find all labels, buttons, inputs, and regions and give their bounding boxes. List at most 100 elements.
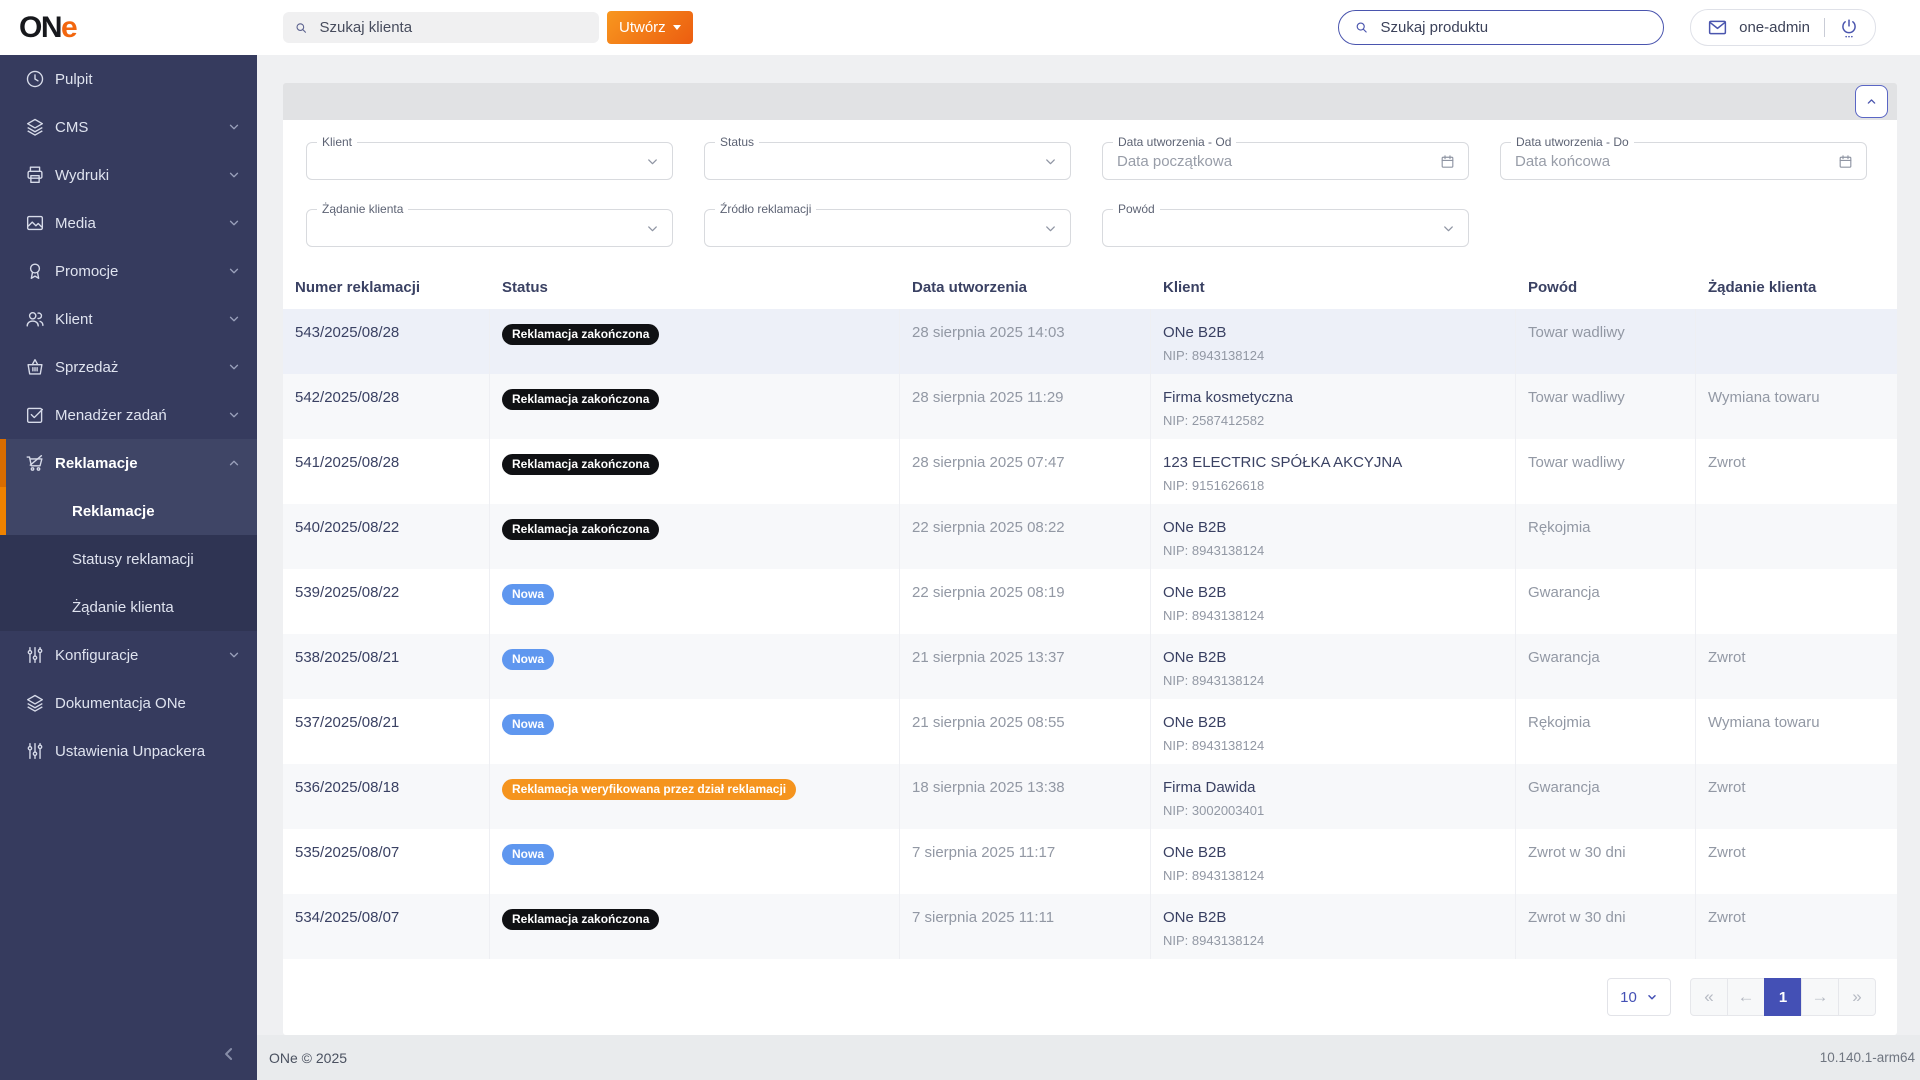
sidebar-item-label: Dokumentacja ONe: [55, 694, 186, 712]
sidebar-item-reklamacje[interactable]: Reklamacje: [0, 439, 257, 487]
client-cell: Firma Dawida NIP: 3002003401: [1151, 764, 1516, 829]
product-search-input[interactable]: [1378, 18, 1649, 37]
table-row[interactable]: 538/2025/08/21 Nowa 21 sierpnia 2025 13:…: [283, 634, 1897, 699]
sidebar-item-label: Pulpit: [55, 70, 93, 88]
pagination-buttons: « ← 1 → »: [1690, 978, 1876, 1016]
client-search[interactable]: [283, 12, 599, 43]
sidebar-item-promocje[interactable]: Promocje: [0, 247, 257, 295]
filter-date-to[interactable]: Data utworzenia - Do: [1500, 135, 1867, 180]
sidebar-collapse-button[interactable]: [211, 1036, 247, 1072]
status-badge: Nowa: [502, 714, 555, 735]
sidebar-item-klient[interactable]: Klient: [0, 295, 257, 343]
table-row[interactable]: 534/2025/08/07 Reklamacja zakończona 7 s…: [283, 894, 1897, 959]
envelope-icon: [1708, 20, 1727, 35]
chevron-down-icon: [229, 364, 239, 370]
column-header-powod: Powód: [1528, 278, 1578, 296]
footer: ONe © 2025 10.140.1-arm64: [257, 1035, 1920, 1080]
chevron-down-icon: [1046, 225, 1055, 231]
chevron-down-icon: [229, 268, 239, 274]
create-button-label: Utwórz: [619, 19, 666, 36]
chevron-down-icon: [229, 124, 239, 130]
status-badge: Reklamacja zakończona: [502, 454, 660, 475]
chevron-down-icon: [1444, 225, 1453, 231]
client-cell: 123 ELECTRIC SPÓŁKA AKCYJNA NIP: 9151626…: [1151, 439, 1516, 504]
table-row[interactable]: 537/2025/08/21 Nowa 21 sierpnia 2025 08:…: [283, 699, 1897, 764]
sidebar-item-pulpit[interactable]: Pulpit: [0, 55, 257, 103]
main-content: Klient Status Data utworzenia - Od Data …: [283, 83, 1897, 1035]
reason: Towar wadliwy: [1516, 374, 1696, 439]
created-date: 28 sierpnia 2025 07:47: [900, 439, 1151, 504]
table-row[interactable]: 536/2025/08/18 Reklamacja weryfikowana p…: [283, 764, 1897, 829]
client-cell: ONe B2B NIP: 8943138124: [1151, 699, 1516, 764]
reason: Zwrot w 30 dni: [1516, 829, 1696, 894]
sidebar-item-konfiguracje[interactable]: Konfiguracje: [0, 631, 257, 679]
filter-powod-select[interactable]: Powód: [1102, 202, 1469, 247]
status-badge: Reklamacja zakończona: [502, 324, 660, 345]
product-search[interactable]: [1338, 10, 1665, 45]
topbar: ONe Utwórz one-admin: [0, 0, 1920, 55]
status-cell: Nowa: [490, 699, 900, 764]
image-icon: [26, 215, 44, 231]
sidebar-item-wydruki[interactable]: Wydruki: [0, 151, 257, 199]
reason: Gwarancja: [1516, 634, 1696, 699]
complaint-number: 537/2025/08/21: [283, 699, 490, 764]
current-page-button[interactable]: 1: [1764, 978, 1802, 1016]
user-menu[interactable]: one-admin: [1690, 9, 1876, 46]
sidebar-item-dokumentacja-one[interactable]: Dokumentacja ONe: [0, 679, 257, 727]
filter-date-from[interactable]: Data utworzenia - Od: [1102, 135, 1469, 180]
power-icon[interactable]: [1839, 17, 1859, 39]
pagination: 10 « ← 1 → »: [283, 959, 1897, 1035]
sidebar-item-label: CMS: [55, 118, 89, 136]
filter-zadanie-klienta-select[interactable]: Żądanie klienta: [306, 202, 673, 247]
filter-klient-select[interactable]: Klient: [306, 135, 673, 180]
sidebar-subitem-reklamacje[interactable]: Reklamacje: [0, 487, 257, 535]
complaint-number: 543/2025/08/28: [283, 309, 490, 374]
layers-icon: [26, 694, 44, 712]
create-button[interactable]: Utwórz: [607, 11, 693, 44]
logo-box: ONe: [0, 11, 257, 45]
column-header-data-utworzenia: Data utworzenia: [912, 278, 1028, 296]
sidebar-item-label: Reklamacje: [55, 454, 138, 472]
filter-status-select[interactable]: Status: [704, 135, 1071, 180]
client-request: [1696, 504, 1897, 569]
sidebar-item-label: Ustawienia Unpackera: [55, 742, 206, 760]
client-request: Wymiana towaru: [1708, 389, 1820, 406]
sidebar-subitem-statusy-reklamacji[interactable]: Statusy reklamacji: [0, 535, 257, 583]
field-label: Źródło reklamacji: [715, 202, 817, 216]
table-row[interactable]: 539/2025/08/22 Nowa 22 sierpnia 2025 08:…: [283, 569, 1897, 634]
created-date: 7 sierpnia 2025 11:11: [900, 894, 1151, 959]
sidebar-item-media[interactable]: Media: [0, 199, 257, 247]
reason: Rękojmia: [1516, 699, 1696, 764]
sidebar-item-ustawienia-unpackera[interactable]: Ustawienia Unpackera: [0, 727, 257, 775]
table-row[interactable]: 535/2025/08/07 Nowa 7 sierpnia 2025 11:1…: [283, 829, 1897, 894]
first-page-button[interactable]: «: [1690, 978, 1728, 1016]
date-to-input[interactable]: [1513, 151, 1837, 171]
table-row[interactable]: 543/2025/08/28 Reklamacja zakończona 28 …: [283, 309, 1897, 374]
filter-collapse-button[interactable]: [1855, 85, 1888, 118]
page-size-select[interactable]: 10: [1607, 978, 1671, 1016]
chevron-down-icon: [1046, 158, 1055, 164]
calendar-icon: [1441, 154, 1454, 168]
table-row[interactable]: 541/2025/08/28 Reklamacja zakończona 28 …: [283, 439, 1897, 504]
pill-divider: [1824, 18, 1825, 37]
sidebar-item-cms[interactable]: CMS: [0, 103, 257, 151]
caret-down-icon: [672, 25, 681, 30]
last-page-button[interactable]: »: [1838, 978, 1876, 1016]
next-page-button[interactable]: →: [1801, 978, 1839, 1016]
client-search-input[interactable]: [317, 18, 588, 37]
filter-zrodlo-reklamacji-select[interactable]: Źródło reklamacji: [704, 202, 1071, 247]
sidebar-item-menadzer-zadan[interactable]: Menadżer zadań: [0, 391, 257, 439]
client-request: Zwrot: [1708, 844, 1746, 861]
status-cell: Nowa: [490, 829, 900, 894]
sidebar-subitem-label: Żądanie klienta: [72, 598, 174, 616]
sidebar-subitem-zadanie-klienta[interactable]: Żądanie klienta: [0, 583, 257, 631]
table-row[interactable]: 542/2025/08/28 Reklamacja zakończona 28 …: [283, 374, 1897, 439]
table-row[interactable]: 540/2025/08/22 Reklamacja zakończona 22 …: [283, 504, 1897, 569]
logo-e: e: [61, 10, 78, 44]
sidebar-item-sprzedaz[interactable]: Sprzedaż: [0, 343, 257, 391]
previous-page-button[interactable]: ←: [1727, 978, 1765, 1016]
date-from-input[interactable]: [1115, 151, 1439, 171]
app-logo[interactable]: ONe: [19, 10, 78, 44]
status-badge: Reklamacja zakończona: [502, 389, 660, 410]
client-request: Zwrot: [1708, 454, 1746, 471]
